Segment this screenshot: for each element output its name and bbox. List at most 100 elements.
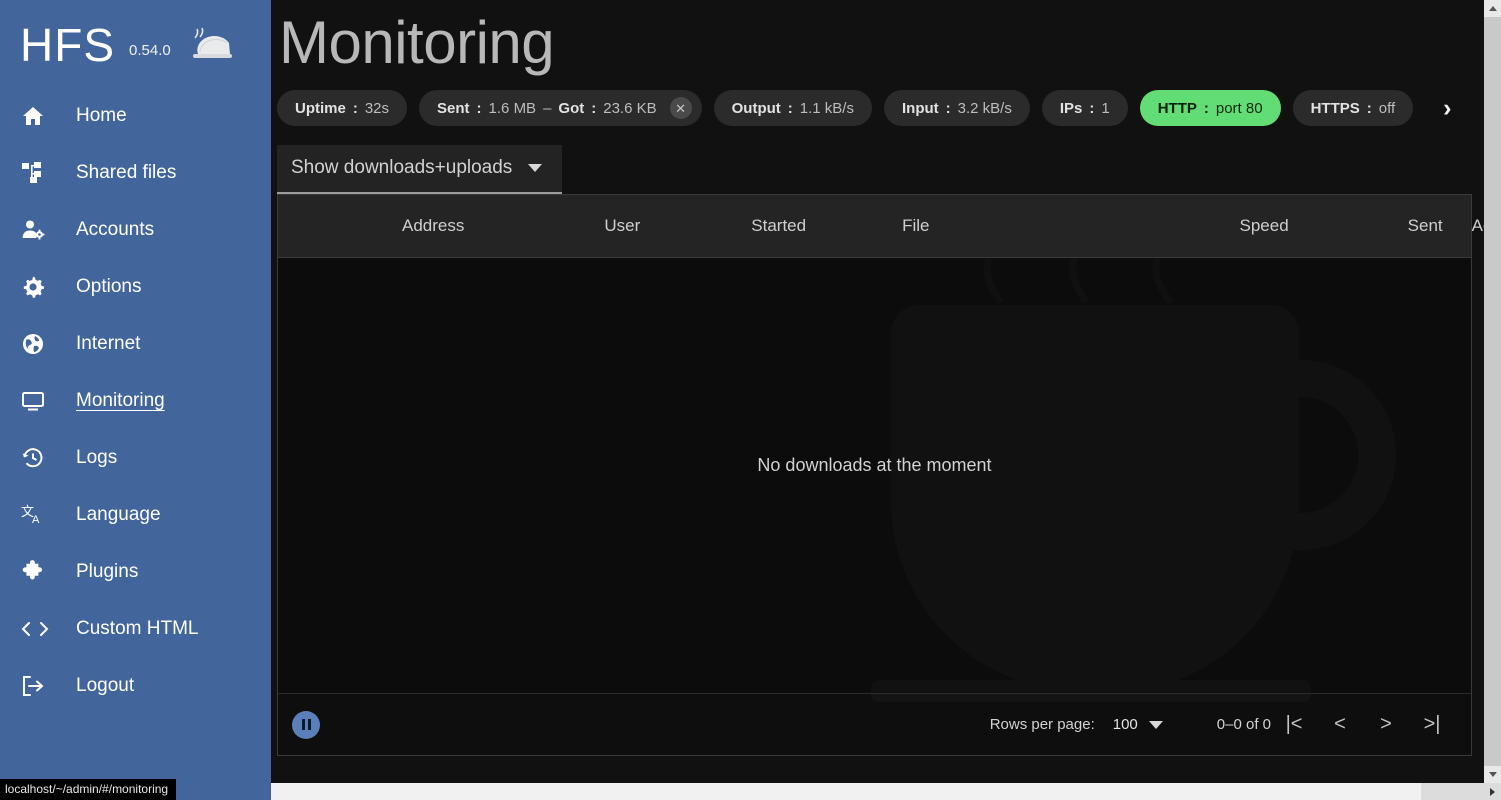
status-bar-url: localhost/~/admin/#/monitoring	[0, 779, 177, 800]
sidebar-item-label: Language	[76, 503, 161, 525]
user-gear-icon	[20, 215, 54, 245]
sidebar-item-language[interactable]: 文 A Language	[0, 486, 271, 543]
table-header-row: Address User Started File Speed Sent Age…	[278, 195, 1501, 258]
pause-button[interactable]	[292, 710, 320, 739]
chip-key-got: Got	[558, 99, 585, 117]
chip-key: IPs	[1059, 99, 1083, 117]
chip-value: port 80	[1215, 99, 1263, 117]
sidebar-item-home[interactable]: Home	[0, 87, 271, 144]
last-page-button[interactable]: >|	[1409, 713, 1455, 736]
filter-bar: Show downloads+uploads	[271, 145, 1486, 194]
pause-icon-bar	[301, 719, 305, 730]
column-header-address[interactable]: Address	[402, 216, 464, 236]
page-title: Monitoring	[279, 9, 555, 76]
chip-separator: –	[543, 99, 552, 117]
chevron-down-icon	[528, 164, 543, 172]
chip-key: HTTPS	[1310, 99, 1360, 117]
chevron-right-icon[interactable]: ›	[1437, 95, 1457, 121]
horizontal-scrollbar[interactable]	[271, 783, 1501, 800]
show-filter-select[interactable]: Show downloads+uploads	[277, 145, 563, 194]
sidebar-item-internet[interactable]: Internet	[0, 315, 271, 372]
table-footer: Rows per page: 100 0–0 of 0 |< < > >|	[278, 693, 1471, 755]
puzzle-icon	[20, 557, 54, 587]
chip-value: 3.2 kB/s	[957, 99, 1012, 117]
logout-icon	[20, 671, 54, 701]
sidebar-item-custom-html[interactable]: Custom HTML	[0, 600, 271, 657]
sidebar-item-monitoring[interactable]: Monitoring	[0, 372, 271, 429]
sidebar-item-label: Accounts	[76, 218, 155, 240]
sidebar-item-label: Monitoring	[76, 389, 165, 411]
column-header-sent[interactable]: Sent	[1408, 216, 1443, 236]
chevron-down-icon	[1148, 720, 1163, 729]
pause-icon-bar	[307, 719, 311, 730]
pagination-controls: Rows per page: 100 0–0 of 0 |< < > >|	[990, 713, 1455, 736]
history-icon	[20, 443, 54, 473]
chip-key: Input	[901, 99, 939, 117]
pagination-range: 0–0 of 0	[1216, 716, 1271, 733]
chip-output[interactable]: Output: 1.1 kB/s	[713, 90, 872, 126]
brand[interactable]: HFS 0.54.0	[0, 6, 271, 87]
prev-page-button[interactable]: <	[1317, 713, 1363, 736]
column-header-user[interactable]: User	[604, 216, 640, 236]
sidebar-item-shared-files[interactable]: Shared files	[0, 144, 271, 201]
serving-dish-icon	[189, 24, 235, 69]
monitor-icon	[20, 386, 54, 416]
table-body: No downloads at the moment	[278, 258, 1471, 693]
downloads-table: Address User Started File Speed Sent Age…	[277, 194, 1501, 756]
close-circle-icon[interactable]: ✕	[669, 97, 692, 119]
chip-input[interactable]: Input: 3.2 kB/s	[883, 90, 1030, 126]
show-filter-label: Show downloads+uploads	[291, 157, 513, 178]
rows-per-page-label: Rows per page:	[989, 716, 1095, 733]
column-header-file[interactable]: File	[902, 216, 929, 236]
main-content: Monitoring Uptime: 32s Sent: 1.6 MB – Go…	[271, 0, 1501, 800]
column-header-speed[interactable]: Speed	[1240, 216, 1289, 236]
sidebar-item-logout[interactable]: Logout	[0, 657, 271, 714]
chip-value: 1.1 kB/s	[799, 99, 854, 117]
app-root: HFS 0.54.0 Home Shared files Accounts Op…	[0, 0, 1501, 800]
sidebar-item-label: Plugins	[76, 560, 139, 582]
chip-uptime[interactable]: Uptime: 32s	[277, 90, 408, 126]
sidebar-item-label: Internet	[76, 332, 141, 354]
chip-ips[interactable]: IPs: 1	[1041, 90, 1128, 126]
svg-text:A: A	[32, 514, 40, 526]
vertical-scrollbar[interactable]	[1484, 0, 1501, 783]
chip-key: HTTP	[1157, 99, 1197, 117]
empty-state-message: No downloads at the moment	[757, 455, 992, 475]
next-page-button[interactable]: >	[1363, 713, 1409, 736]
sitemap-icon	[20, 158, 54, 188]
sidebar-item-plugins[interactable]: Plugins	[0, 543, 271, 600]
horizontal-scrollbar-thumb[interactable]	[271, 783, 1421, 800]
chip-value: off	[1378, 99, 1396, 117]
sidebar-item-label: Shared files	[76, 161, 177, 183]
sidebar-item-label: Logs	[76, 446, 118, 468]
chip-sent-got[interactable]: Sent: 1.6 MB – Got: 23.6 KB ✕	[419, 90, 702, 126]
rows-per-page-select[interactable]: 100	[1113, 716, 1163, 733]
sidebar-item-accounts[interactable]: Accounts	[0, 201, 271, 258]
first-page-button[interactable]: |<	[1271, 713, 1317, 736]
chip-https[interactable]: HTTPS: off	[1292, 90, 1414, 126]
chip-value: 32s	[364, 99, 390, 117]
sidebar-item-options[interactable]: Options	[0, 258, 271, 315]
chip-value: 1	[1101, 99, 1110, 117]
chip-key: Sent	[437, 99, 470, 117]
scroll-up-arrow-icon[interactable]	[1484, 0, 1501, 17]
scroll-right-arrow-icon[interactable]	[1484, 783, 1501, 800]
globe-icon	[20, 329, 54, 359]
chip-http[interactable]: HTTP: port 80	[1139, 90, 1281, 126]
sidebar-item-label: Custom HTML	[76, 617, 199, 639]
sidebar-item-label: Home	[76, 104, 127, 126]
rows-per-page-value: 100	[1112, 716, 1138, 733]
sidebar: HFS 0.54.0 Home Shared files Accounts Op…	[0, 0, 271, 800]
chip-key: Uptime	[295, 99, 346, 117]
code-brackets-icon	[20, 614, 54, 644]
home-icon	[20, 101, 54, 131]
sidebar-item-label: Options	[76, 275, 142, 297]
gear-icon	[20, 272, 54, 302]
chip-value: 1.6 MB	[488, 99, 537, 117]
column-header-started[interactable]: Started	[751, 216, 806, 236]
brand-name: HFS	[20, 18, 115, 71]
scroll-down-arrow-icon[interactable]	[1484, 766, 1501, 783]
translate-icon: 文 A	[20, 500, 54, 530]
sidebar-item-logs[interactable]: Logs	[0, 429, 271, 486]
chip-value-got: 23.6 KB	[603, 99, 657, 117]
